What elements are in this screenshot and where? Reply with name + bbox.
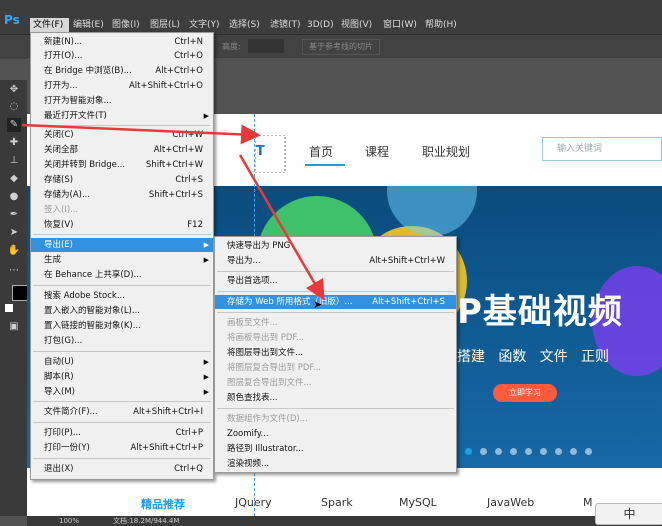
annotation-arrows bbox=[21, 123, 325, 301]
arrow-tool-to-logo bbox=[21, 123, 261, 145]
arrow-logo-to-menu bbox=[238, 154, 325, 301]
mouse-cursor-icon: ➤ bbox=[313, 298, 323, 311]
